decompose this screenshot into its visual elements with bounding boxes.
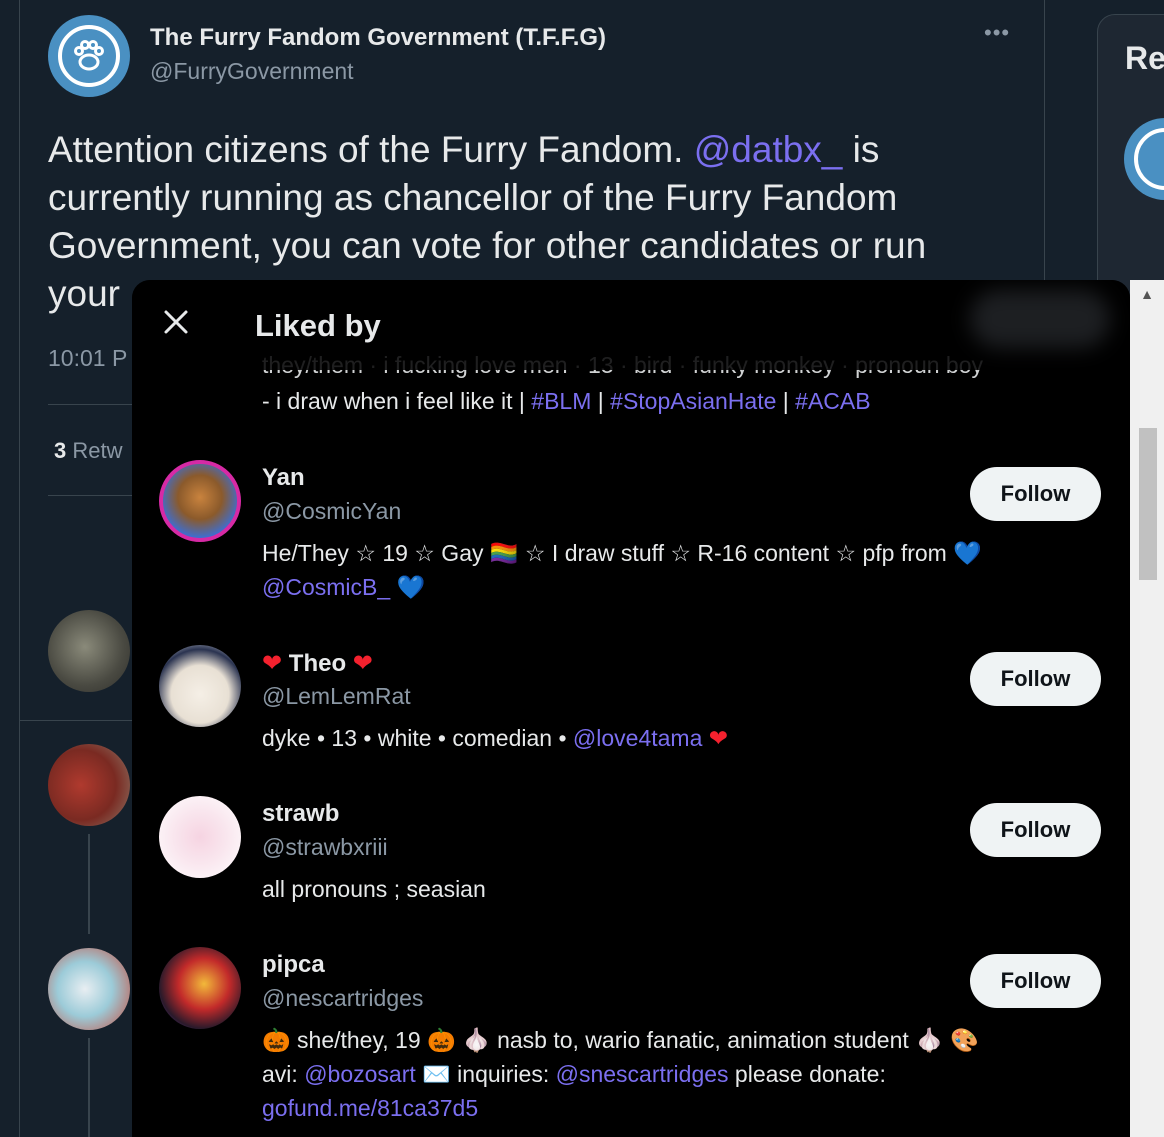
reply-avatar[interactable] <box>48 744 130 826</box>
more-options-icon[interactable]: ••• <box>984 20 1010 46</box>
close-icon <box>164 310 188 334</box>
sidebar-title: Re <box>1125 40 1164 76</box>
partial-bio-text: - i draw when i feel like it | <box>262 388 532 414</box>
user-bio-text: He/They ☆ 19 ☆ Gay 🏳️‍🌈 ☆ I draw stuff ☆… <box>262 540 954 566</box>
user-bio-text: dyke • 13 • white • comedian • <box>262 725 573 751</box>
modal-header: Liked by <box>132 280 1130 370</box>
heart-icon: ❤ <box>352 650 373 677</box>
scroll-up-arrow-icon[interactable]: ▲ <box>1130 280 1164 308</box>
user-handle[interactable]: @LemLemRat <box>262 683 411 710</box>
user-bio: dyke • 13 • white • comedian • @love4tam… <box>262 721 1102 755</box>
paw-icon <box>74 40 104 71</box>
column-border-left <box>19 0 20 1137</box>
user-name[interactable]: pipca <box>262 951 325 979</box>
user-bio-text: avi: <box>262 1061 305 1087</box>
retweet-label: Retw <box>66 438 123 463</box>
author-name[interactable]: The Furry Fandom Government (T.F.F.G) <box>150 24 606 52</box>
thread-line <box>88 834 90 934</box>
user-bio-text: 🎃 she/they, 19 🎃 🧄 nasb to, wario fanati… <box>262 1027 979 1053</box>
bio-mention[interactable]: @snescartridges <box>556 1061 729 1087</box>
scrollbar[interactable]: ▲ <box>1130 280 1164 1137</box>
follow-button[interactable]: Follow <box>970 467 1101 521</box>
user-name-text: Theo <box>288 650 347 677</box>
reply-avatar[interactable] <box>48 948 130 1030</box>
hashtag-link[interactable]: #BLM <box>531 388 591 414</box>
scroll-thumb[interactable] <box>1139 428 1157 580</box>
user-bio: 🎃 she/they, 19 🎃 🧄 nasb to, wario fanati… <box>262 1023 1102 1125</box>
tweet-timestamp[interactable]: 10:01 P <box>48 345 127 372</box>
close-button[interactable] <box>156 302 196 342</box>
liked-by-modal: Liked by they/them · i fucking love men … <box>132 280 1130 1137</box>
partial-bio-line: - i draw when i feel like it | #BLM | #S… <box>262 388 871 414</box>
user-bio: He/They ☆ 19 ☆ Gay 🏳️‍🌈 ☆ I draw stuff ☆… <box>262 536 1102 604</box>
follow-button[interactable]: Follow <box>970 803 1101 857</box>
thread-line <box>88 1038 90 1137</box>
bio-link[interactable]: gofund.me/81ca37d5 <box>262 1095 478 1121</box>
user-handle[interactable]: @nescartridges <box>262 985 423 1012</box>
user-handle[interactable]: @strawbxriii <box>262 834 388 861</box>
modal-title: Liked by <box>255 308 381 343</box>
blurred-element <box>970 290 1110 348</box>
follow-button[interactable]: Follow <box>970 652 1101 706</box>
reply-avatar[interactable] <box>48 610 130 692</box>
user-avatar[interactable] <box>159 460 241 542</box>
blue-heart-icon: 💙 <box>396 574 426 600</box>
author-handle[interactable]: @FurryGovernment <box>150 58 354 85</box>
tweet-mention[interactable]: @datbx_ <box>694 129 843 170</box>
author-avatar[interactable] <box>48 15 130 97</box>
user-avatar[interactable] <box>159 796 241 878</box>
user-bio-text: ✉️ inquiries: <box>415 1061 556 1087</box>
blue-heart-icon: 💙 <box>953 540 982 566</box>
user-bio-text: please donate: <box>728 1061 886 1087</box>
hashtag-link[interactable]: #StopAsianHate <box>610 388 776 414</box>
user-name[interactable]: Yan <box>262 464 305 492</box>
user-name[interactable]: strawb <box>262 800 339 828</box>
bio-mention[interactable]: @bozosart <box>304 1061 416 1087</box>
heart-icon: ❤ <box>708 725 729 751</box>
user-avatar[interactable] <box>159 947 241 1029</box>
user-handle[interactable]: @CosmicYan <box>262 498 401 525</box>
retweet-number: 3 <box>54 438 67 463</box>
bio-mention[interactable]: @CosmicB_ <box>262 574 390 600</box>
user-bio: all pronouns ; seasian <box>262 876 486 902</box>
heart-icon: ❤ <box>262 650 283 677</box>
follow-button[interactable]: Follow <box>970 954 1101 1008</box>
tweet-text-before: Attention citizens of the Furry Fandom. <box>48 129 694 170</box>
hashtag-link[interactable]: #ACAB <box>795 388 870 414</box>
user-name[interactable]: ❤ Theo ❤ <box>262 649 373 678</box>
bio-mention[interactable]: @love4tama <box>573 725 702 751</box>
retweet-count[interactable]: 3 Retw <box>54 438 123 464</box>
user-avatar[interactable] <box>159 645 241 727</box>
